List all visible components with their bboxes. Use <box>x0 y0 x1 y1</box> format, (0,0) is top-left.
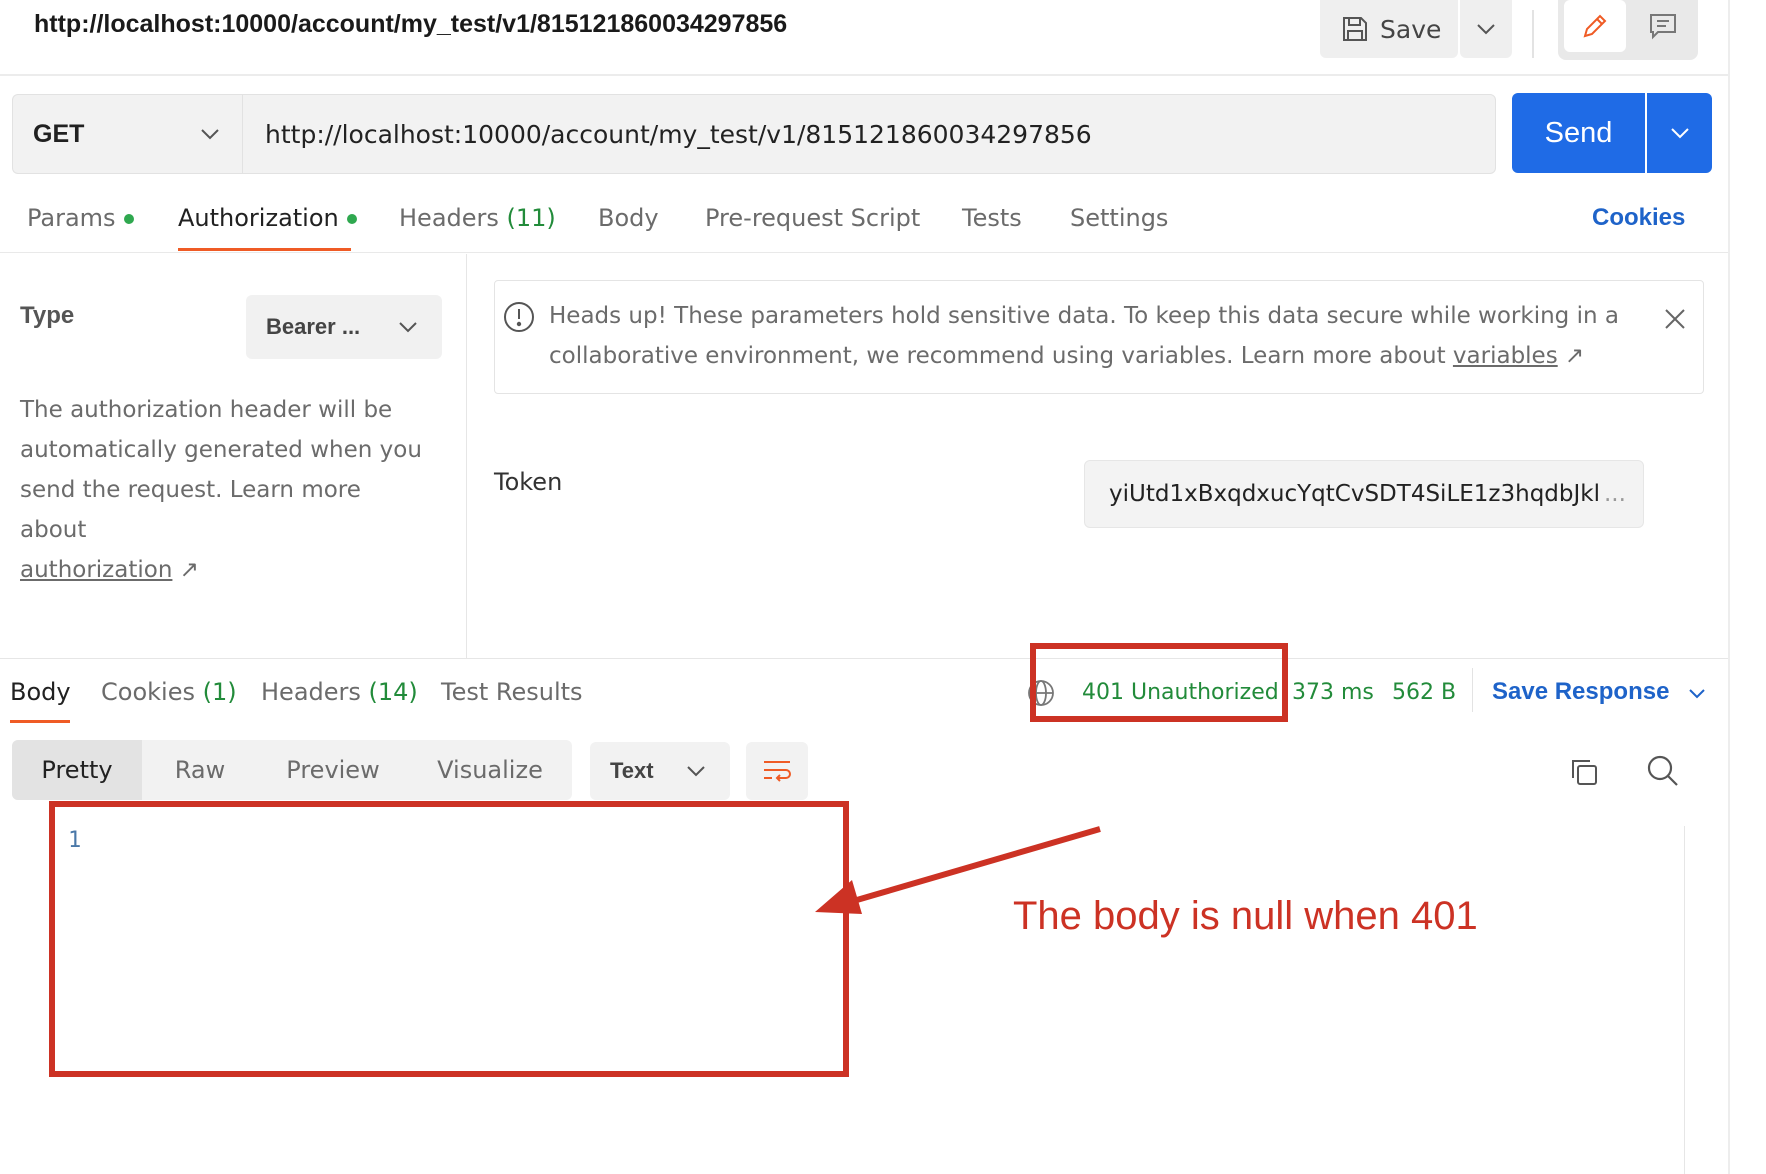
tab-headers-label: Headers <box>399 204 499 232</box>
tab-tests[interactable]: Tests <box>962 204 1022 232</box>
view-visualize-button[interactable]: Visualize <box>408 740 572 800</box>
comments-button[interactable] <box>1632 0 1694 52</box>
response-tab-headers-label: Headers <box>261 678 361 706</box>
method-select[interactable]: GET <box>12 94 243 174</box>
auth-type-value: Bearer ... <box>266 314 361 339</box>
authorization-link[interactable]: authorization <box>20 557 172 583</box>
token-value: yiUtd1xBxqdxucYqtCvSDT4SiLE1z3hqdbJkl <box>1109 481 1600 507</box>
tab-params-label: Params <box>27 204 116 232</box>
token-ellipsis: ... <box>1604 481 1626 507</box>
save-response-label: Save Response <box>1492 678 1670 705</box>
pane-divider <box>466 254 467 658</box>
view-pretty-button[interactable]: Pretty <box>12 740 142 800</box>
annotation-note: The body is null when 401 <box>1013 894 1478 938</box>
request-title[interactable]: http://localhost:10000/account/my_test/v… <box>34 10 787 39</box>
tab-params[interactable]: Params <box>27 204 134 232</box>
chevron-down-icon <box>1669 126 1691 140</box>
response-tab-body[interactable]: Body <box>10 678 71 706</box>
token-input[interactable]: yiUtd1xBxqdxucYqtCvSDT4SiLE1z3hqdbJkl ..… <box>1084 460 1644 528</box>
copy-icon[interactable] <box>1568 756 1600 792</box>
token-label: Token <box>494 468 563 496</box>
tab-body[interactable]: Body <box>598 204 659 232</box>
wrap-lines-button[interactable] <box>746 742 808 800</box>
body-highlight-box <box>49 801 849 1077</box>
pane-edge <box>1728 0 1730 1174</box>
view-raw-button[interactable]: Raw <box>142 740 258 800</box>
view-preview-button[interactable]: Preview <box>258 740 408 800</box>
chevron-down-icon <box>1475 22 1497 36</box>
send-options-button[interactable] <box>1647 93 1712 173</box>
alert-message: Heads up! These parameters hold sensitiv… <box>549 296 1639 376</box>
save-button[interactable]: Save <box>1320 0 1458 58</box>
wrap-lines-icon <box>761 758 793 784</box>
save-options-button[interactable] <box>1460 0 1512 58</box>
info-icon <box>502 300 536 338</box>
auth-type-select[interactable]: Bearer ... <box>246 295 442 359</box>
search-icon[interactable] <box>1646 754 1680 792</box>
comment-icon <box>1648 11 1678 41</box>
response-tab-cookies-count: (1) <box>202 678 237 706</box>
tab-headers-count: (11) <box>506 204 556 232</box>
external-link-icon: ↗ <box>1565 343 1585 369</box>
params-active-dot <box>123 214 134 224</box>
response-tab-headers[interactable]: Headers (14) <box>261 678 418 706</box>
response-tab-headers-count: (14) <box>368 678 418 706</box>
external-link-icon: ↗ <box>179 557 200 583</box>
auth-description-text: The authorization header will be automat… <box>20 397 422 543</box>
title-separator <box>0 74 1728 76</box>
response-tab-test-results[interactable]: Test Results <box>441 678 583 706</box>
save-label: Save <box>1380 14 1442 44</box>
active-response-tab-indicator <box>10 720 70 723</box>
edit-mode-button[interactable] <box>1564 0 1626 52</box>
chevron-down-icon <box>686 765 706 777</box>
status-highlight-box <box>1030 643 1288 722</box>
tab-authorization[interactable]: Authorization <box>178 204 357 232</box>
format-value: Text <box>610 758 654 783</box>
response-tab-cookies[interactable]: Cookies (1) <box>101 678 237 706</box>
chevron-down-icon <box>199 127 221 141</box>
response-tab-cookies-label: Cookies <box>101 678 195 706</box>
response-size[interactable]: 562 B <box>1392 680 1456 705</box>
auth-description: The authorization header will be automat… <box>20 390 430 590</box>
save-response-button[interactable]: Save Response <box>1492 678 1706 707</box>
tab-pre-request-script[interactable]: Pre-request Script <box>705 204 920 232</box>
url-input[interactable]: http://localhost:10000/account/my_test/v… <box>242 94 1496 174</box>
response-separator <box>0 658 1728 659</box>
tab-headers[interactable]: Headers (11) <box>399 204 556 232</box>
active-tab-indicator <box>178 248 351 251</box>
chevron-down-icon <box>1688 679 1706 707</box>
chevron-down-icon <box>398 321 418 333</box>
tabs-separator <box>0 252 1728 253</box>
format-select[interactable]: Text <box>590 742 730 800</box>
url-value: http://localhost:10000/account/my_test/v… <box>265 119 1092 149</box>
save-icon <box>1340 14 1370 44</box>
authorization-active-dot <box>346 214 357 224</box>
method-value: GET <box>33 119 85 148</box>
tab-settings[interactable]: Settings <box>1070 204 1168 232</box>
send-button[interactable]: Send <box>1512 93 1645 173</box>
toolbar-divider <box>1532 10 1534 58</box>
pencil-icon <box>1579 10 1611 42</box>
variables-link[interactable]: variables <box>1453 343 1558 369</box>
close-icon[interactable] <box>1662 306 1688 336</box>
cookies-link[interactable]: Cookies <box>1592 204 1685 232</box>
response-time[interactable]: 373 ms <box>1292 680 1374 705</box>
tab-authorization-label: Authorization <box>178 204 339 232</box>
status-divider <box>1472 668 1473 712</box>
editor-scrollbar[interactable] <box>1684 826 1685 1174</box>
auth-type-label: Type <box>20 302 75 329</box>
